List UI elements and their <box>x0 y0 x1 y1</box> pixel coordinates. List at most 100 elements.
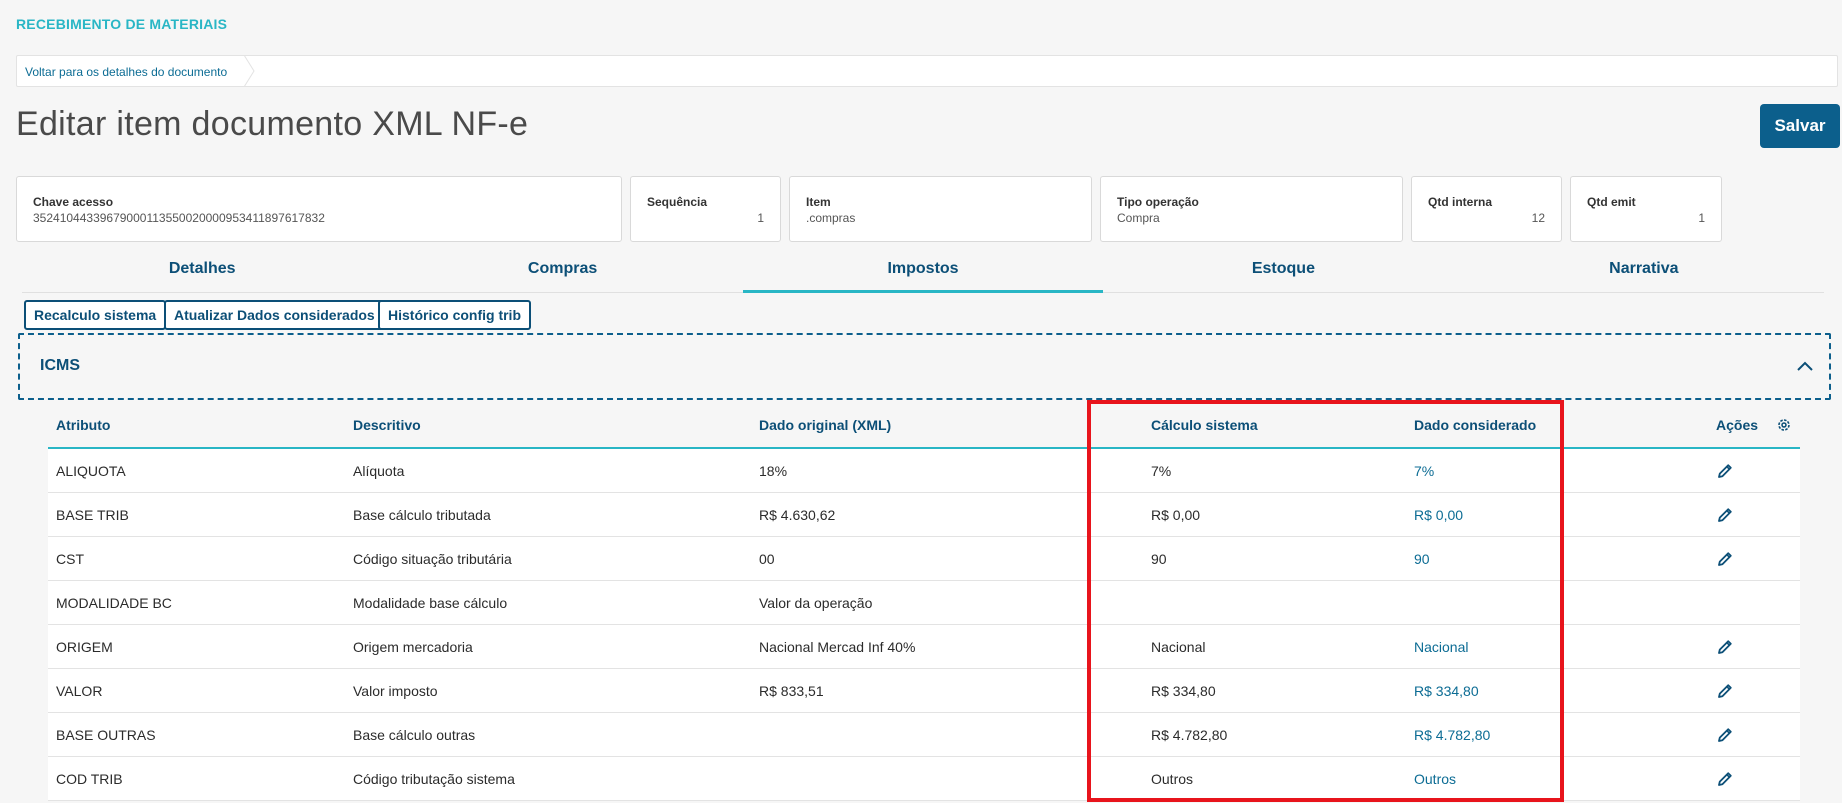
cell-acoes <box>1708 712 1800 757</box>
pencil-edit-icon[interactable] <box>1716 506 1734 524</box>
cell-calculo-sistema: R$ 4.782,80 <box>1143 712 1406 757</box>
cell-descritivo: Base cálculo tributada <box>345 492 751 537</box>
tab-estoque[interactable]: Estoque <box>1103 252 1463 292</box>
tab-detalhes[interactable]: Detalhes <box>22 252 382 292</box>
back-to-document-link[interactable]: Voltar para os detalhes do documento <box>25 65 227 79</box>
card-value: 3524104433967900011355002000095341189761… <box>33 211 325 225</box>
card-label: Chave acesso <box>33 195 114 209</box>
table-row: MODALIDADE BC Modalidade base cálculo Valo… <box>48 580 1800 625</box>
cell-atributo: ORIGEM <box>48 624 345 669</box>
cell-dado-original: R$ 833,51 <box>751 668 1143 713</box>
cell-atributo: BASE OUTRAS <box>48 712 345 757</box>
header-descritivo[interactable]: Descritivo <box>345 403 751 449</box>
cell-acoes <box>1708 624 1800 669</box>
cell-dado-considerado: R$ 334,80 <box>1406 668 1708 713</box>
cell-descritivo: Alíquota <box>345 448 751 493</box>
card-label: Qtd emit <box>1587 195 1636 209</box>
card-value: Compra <box>1117 211 1160 225</box>
cell-dado-considerado: Outros <box>1406 756 1708 801</box>
card-qtd-interna: Qtd interna 12 <box>1411 176 1562 242</box>
table-row: CST Código situação tributária 00 90 90 <box>48 536 1800 581</box>
cell-descritivo: Valor imposto <box>345 668 751 713</box>
cell-dado-original: Valor da operação <box>751 580 1143 625</box>
cell-acoes <box>1708 668 1800 713</box>
cell-calculo-sistema: 7% <box>1143 448 1406 493</box>
table-row: ORIGEM Origem mercadoria Nacional Mercad I… <box>48 624 1800 669</box>
cell-dado-original: 00 <box>751 536 1143 581</box>
pencil-edit-icon[interactable] <box>1716 462 1734 480</box>
cell-atributo: VALOR <box>48 668 345 713</box>
cell-descritivo: Origem mercadoria <box>345 624 751 669</box>
table-body: ALIQUOTA Alíquota 18% 7% 7% BASE TRIB Base cál… <box>48 448 1800 801</box>
cell-descritivo: Base cálculo outras <box>345 712 751 757</box>
cell-calculo-sistema: R$ 334,80 <box>1143 668 1406 713</box>
card-qtd-emit: Qtd emit 1 <box>1570 176 1722 242</box>
cell-calculo-sistema: Nacional <box>1143 624 1406 669</box>
cell-dado-considerado: Nacional <box>1406 624 1708 669</box>
cell-dado-original <box>751 712 1143 757</box>
card-item: Item .compras <box>789 176 1092 242</box>
card-value: 1 <box>1698 211 1705 225</box>
card-sequencia: Sequência 1 <box>630 176 781 242</box>
save-button[interactable]: Salvar <box>1760 104 1840 148</box>
tab-bar: Detalhes Compras Impostos Estoque Narrat… <box>22 252 1824 293</box>
cell-calculo-sistema: Outros <box>1143 756 1406 801</box>
card-tipo-operacao: Tipo operação Compra <box>1100 176 1403 242</box>
icms-section-header[interactable]: ICMS <box>18 333 1831 400</box>
header-dado-considerado[interactable]: Dado considerado <box>1406 403 1708 449</box>
table-row: VALOR Valor imposto R$ 833,51 R$ 334,80 R$ 3… <box>48 668 1800 713</box>
update-considered-data-button[interactable]: Atualizar Dados considerados <box>164 300 385 330</box>
table-row: BASE TRIB Base cálculo tributada R$ 4.630,… <box>48 492 1800 537</box>
recalc-system-button[interactable]: Recalculo sistema <box>24 300 167 330</box>
cell-dado-considerado: 7% <box>1406 448 1708 493</box>
pencil-edit-icon[interactable] <box>1716 638 1734 656</box>
tab-narrativa[interactable]: Narrativa <box>1464 252 1824 292</box>
icms-table: Atributo Descritivo Dado original (XML) … <box>48 403 1800 801</box>
table-row: COD TRIB Código tributação sistema Outros O… <box>48 756 1800 801</box>
cell-dado-considerado: R$ 0,00 <box>1406 492 1708 537</box>
cell-atributo: COD TRIB <box>48 756 345 801</box>
card-label: Tipo operação <box>1117 195 1199 209</box>
app-title: RECEBIMENTO DE MATERIAIS <box>16 16 228 32</box>
tax-config-history-button[interactable]: Histórico config trib <box>378 300 531 330</box>
card-value: 1 <box>757 211 764 225</box>
cell-dado-original: Nacional Mercad Inf 40% <box>751 624 1143 669</box>
cell-dado-considerado: R$ 4.782,80 <box>1406 712 1708 757</box>
pencil-edit-icon[interactable] <box>1716 726 1734 744</box>
cell-atributo: ALIQUOTA <box>48 448 345 493</box>
cell-acoes <box>1708 580 1800 625</box>
cell-descritivo: Código tributação sistema <box>345 756 751 801</box>
section-title: ICMS <box>40 357 80 374</box>
tab-compras[interactable]: Compras <box>382 252 742 292</box>
card-value: 12 <box>1531 211 1545 225</box>
cell-calculo-sistema: 90 <box>1143 536 1406 581</box>
cell-descritivo: Código situação tributária <box>345 536 751 581</box>
cell-dado-original: R$ 4.630,62 <box>751 492 1143 537</box>
chevron-up-icon[interactable] <box>1795 357 1815 377</box>
cell-dado-considerado: 90 <box>1406 536 1708 581</box>
card-label: Qtd interna <box>1428 195 1493 209</box>
header-atributo[interactable]: Atributo <box>48 403 345 449</box>
cell-atributo: CST <box>48 536 345 581</box>
pencil-edit-icon[interactable] <box>1716 682 1734 700</box>
page-title: Editar item documento XML NF-e <box>16 105 529 143</box>
cell-calculo-sistema <box>1143 580 1406 625</box>
cell-acoes <box>1708 536 1800 581</box>
pencil-edit-icon[interactable] <box>1716 770 1734 788</box>
card-value: .compras <box>806 211 856 225</box>
header-acoes-label: Ações <box>1716 417 1759 433</box>
cell-acoes <box>1708 492 1800 537</box>
cell-dado-considerado <box>1406 580 1708 625</box>
cell-calculo-sistema: R$ 0,00 <box>1143 492 1406 537</box>
header-calculo-sistema[interactable]: Cálculo sistema <box>1143 403 1406 449</box>
breadcrumb-separator-icon <box>243 55 255 87</box>
table-row: BASE OUTRAS Base cálculo outras R$ 4.782,8… <box>48 712 1800 757</box>
cell-acoes <box>1708 448 1800 493</box>
cell-atributo: BASE TRIB <box>48 492 345 537</box>
gear-icon[interactable] <box>1776 417 1792 433</box>
tab-impostos[interactable]: Impostos <box>742 252 1104 293</box>
header-dado-original[interactable]: Dado original (XML) <box>751 403 1143 449</box>
pencil-edit-icon[interactable] <box>1716 550 1734 568</box>
cell-dado-original: 18% <box>751 448 1143 493</box>
breadcrumb: Voltar para os detalhes do documento <box>16 55 1838 87</box>
